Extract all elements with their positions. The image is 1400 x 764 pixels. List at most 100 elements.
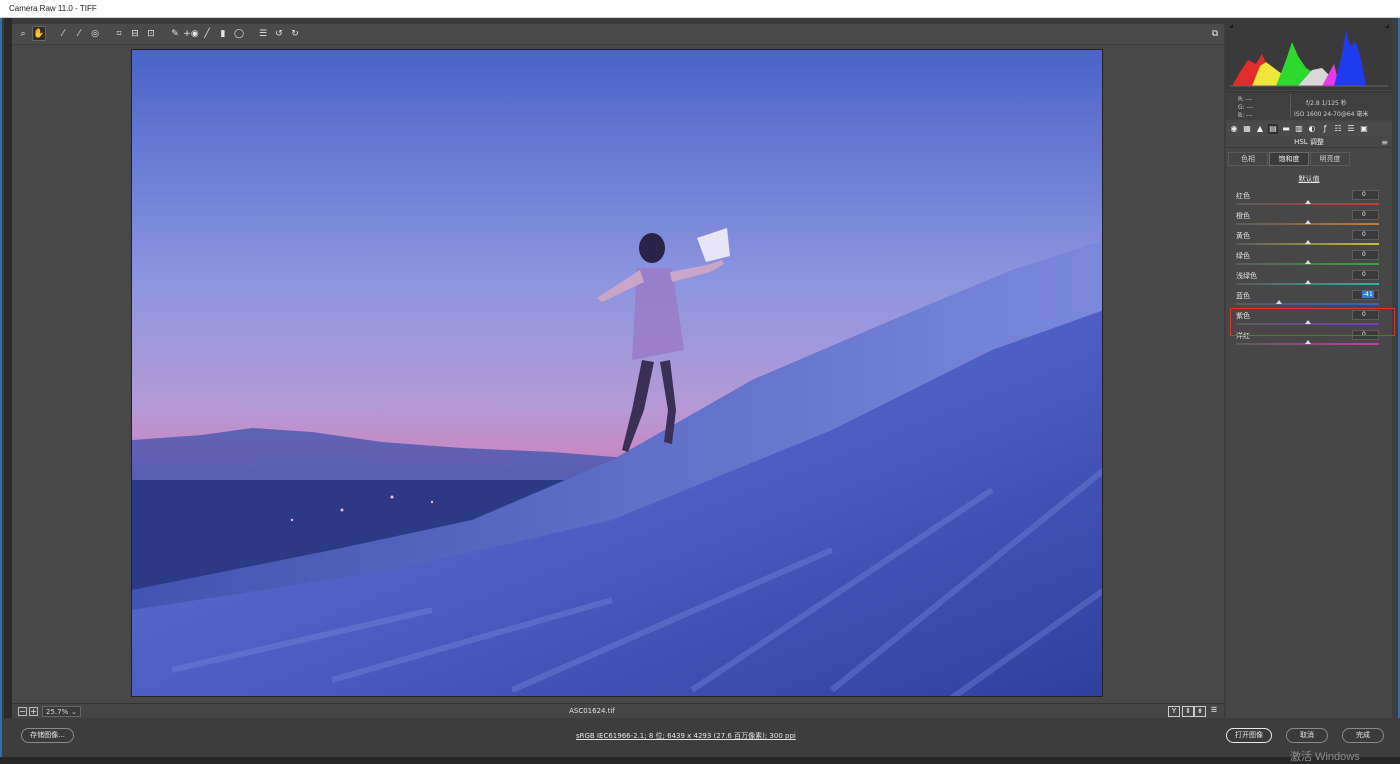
before-after-toggle-button[interactable]: Y	[1168, 706, 1180, 717]
activation-watermark: 激活 Windows	[1290, 751, 1360, 763]
highlight-box	[1230, 308, 1395, 336]
slider-value-field[interactable]: 0	[1352, 270, 1379, 280]
slider-label: 黄色	[1236, 232, 1250, 240]
slider-value: 0	[1362, 251, 1366, 258]
graduated-filter-tool-icon[interactable]: ▮	[216, 26, 230, 41]
slider-value: 0	[1362, 191, 1366, 198]
histogram	[1226, 24, 1392, 90]
history-icon[interactable]: ▣	[1359, 124, 1369, 134]
slider-value: 0	[1362, 231, 1366, 238]
chevron-down-icon: ⌄	[71, 708, 77, 716]
slider-value-field[interactable]: 0	[1352, 230, 1379, 240]
settings-menu-icon[interactable]: ☰	[1208, 706, 1220, 717]
slider-thumb[interactable]	[1304, 240, 1311, 244]
green-readout: G: ---	[1238, 104, 1254, 111]
slider-orange: 橙色 0	[1236, 210, 1380, 230]
slider-blue: 蓝色 -41	[1236, 290, 1380, 310]
divider	[1290, 94, 1291, 118]
hand-tool-icon[interactable]: ✋	[32, 26, 46, 41]
rotate-right-icon[interactable]: ↻	[288, 26, 302, 41]
targeted-adjustment-tool-icon[interactable]: ◎	[88, 26, 102, 41]
footer: 存储图像... sRGB IEC61966-2.1; 8 位; 6439 x 4…	[4, 718, 1400, 763]
slider-track[interactable]	[1236, 303, 1379, 305]
presets-icon[interactable]: ☷	[1333, 124, 1343, 134]
slider-thumb[interactable]	[1275, 300, 1282, 304]
left-gutter	[4, 18, 12, 718]
slider-label: 浅绿色	[1236, 272, 1257, 280]
panel-menu-icon[interactable]: ≡	[1381, 138, 1388, 147]
spot-removal-tool-icon[interactable]: ✎	[168, 26, 182, 41]
slider-thumb[interactable]	[1304, 340, 1311, 344]
slider-value: 0	[1362, 271, 1366, 278]
slider-value-field[interactable]: -41	[1352, 290, 1379, 300]
open-image-button[interactable]: 打开图像	[1226, 728, 1272, 743]
slider-value: 0	[1362, 211, 1366, 218]
slider-label: 蓝色	[1236, 292, 1250, 300]
swap-settings-icon[interactable]: ⇕	[1182, 706, 1194, 717]
fullscreen-toggle-icon[interactable]: ⧉	[1208, 26, 1222, 41]
slider-aqua: 浅绿色 0	[1236, 270, 1380, 290]
detail-icon[interactable]: ▲	[1255, 124, 1265, 134]
slider-label: 绿色	[1236, 252, 1250, 260]
red-readout: R: ---	[1238, 96, 1253, 103]
transform-tool-icon[interactable]: ⊡	[144, 26, 158, 41]
histogram-graph	[1229, 24, 1389, 87]
tab-hue[interactable]: 色相	[1228, 152, 1268, 166]
tab-luminance[interactable]: 明亮度	[1310, 152, 1350, 166]
effects-icon[interactable]: ◐	[1307, 124, 1317, 134]
camera-info: R: --- G: --- B: --- f/2.8 1/125 秒 ISO 1…	[1226, 91, 1392, 120]
cancel-button[interactable]: 取消	[1286, 728, 1328, 743]
camera-raw-window: ⧉ ⌕ ✋ ⁄ ⁄ ◎ ⌗ ⊟ ⊡ ✎ +◉ ╱ ▮ ◯ ☰ ↺ ↻ − + 2…	[0, 18, 1400, 763]
workflow-options-link[interactable]: sRGB IEC61966-2.1; 8 位; 6439 x 4293 (27.…	[576, 731, 796, 741]
zoom-level-select[interactable]: 25.7% ⌄	[42, 706, 81, 717]
title-bar: Camera Raw 11.0 - TIFF	[0, 0, 1400, 18]
right-panel: R: --- G: --- B: --- f/2.8 1/125 秒 ISO 1…	[1226, 24, 1392, 718]
hsl-panel-icon[interactable]: ▤	[1268, 124, 1278, 134]
save-image-button[interactable]: 存储图像...	[21, 728, 74, 743]
image-canvas	[12, 45, 1224, 703]
red-eye-tool-icon[interactable]: +◉	[183, 26, 198, 41]
hsl-tabs: 色相 饱和度 明亮度	[1226, 152, 1392, 167]
exif-iso-lens: ISO 1600 24-70@64 毫米	[1294, 111, 1369, 118]
slider-value: -41	[1362, 291, 1374, 298]
photo-image	[132, 50, 1102, 696]
rotate-left-icon[interactable]: ↺	[272, 26, 286, 41]
slider-red: 红色 0	[1236, 190, 1380, 210]
zoom-tool-icon[interactable]: ⌕	[16, 26, 30, 41]
color-sampler-tool-icon[interactable]: ⁄	[72, 26, 86, 41]
basic-panel-icon[interactable]: ◉	[1229, 124, 1239, 134]
snapshots-icon[interactable]: ☰	[1346, 124, 1356, 134]
straighten-tool-icon[interactable]: ⊟	[128, 26, 142, 41]
slider-label: 橙色	[1236, 212, 1250, 220]
white-balance-tool-icon[interactable]: ⁄	[56, 26, 70, 41]
tone-curve-icon[interactable]: ▦	[1242, 124, 1252, 134]
default-link[interactable]: 默认值	[1226, 174, 1392, 184]
status-bar: − + 25.7% ⌄ ASC01624.tif Y ⇕ ⇟ ☰	[12, 703, 1224, 718]
slider-thumb[interactable]	[1304, 220, 1311, 224]
preferences-icon[interactable]: ☰	[256, 26, 270, 41]
exif-aperture-shutter: f/2.8 1/125 秒	[1306, 100, 1347, 107]
slider-green: 绿色 0	[1236, 250, 1380, 270]
adjustment-brush-tool-icon[interactable]: ╱	[200, 26, 214, 41]
slider-thumb[interactable]	[1304, 260, 1311, 264]
filename-label: ASC01624.tif	[569, 707, 615, 715]
crop-tool-icon[interactable]: ⌗	[112, 26, 126, 41]
photo-preview[interactable]	[131, 49, 1103, 697]
lens-corrections-icon[interactable]: ▥	[1294, 124, 1304, 134]
tab-saturation[interactable]: 饱和度	[1269, 152, 1309, 166]
split-toning-icon[interactable]: ▬	[1281, 124, 1291, 134]
slider-thumb[interactable]	[1304, 280, 1311, 284]
panel-tab-icons: ◉ ▦ ▲ ▤ ▬ ▥ ◐ ƒ ☷ ☰ ▣	[1226, 122, 1392, 136]
slider-value-field[interactable]: 0	[1352, 190, 1379, 200]
copy-settings-icon[interactable]: ⇟	[1194, 706, 1206, 717]
radial-filter-tool-icon[interactable]: ◯	[232, 26, 246, 41]
slider-thumb[interactable]	[1304, 200, 1311, 204]
calibration-icon[interactable]: ƒ	[1320, 124, 1330, 134]
zoom-out-button[interactable]: −	[18, 707, 27, 716]
blue-readout: B: ---	[1238, 112, 1253, 119]
done-button[interactable]: 完成	[1342, 728, 1384, 743]
slider-value-field[interactable]: 0	[1352, 250, 1379, 260]
slider-value-field[interactable]: 0	[1352, 210, 1379, 220]
zoom-in-button[interactable]: +	[29, 707, 38, 716]
hsl-section-title: HSL 调整	[1226, 137, 1392, 148]
